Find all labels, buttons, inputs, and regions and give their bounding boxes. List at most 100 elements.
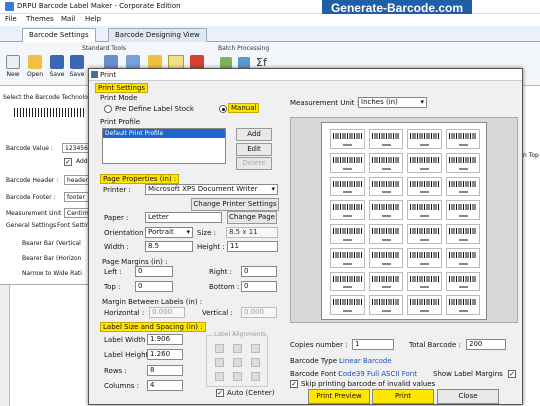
print-preview-button[interactable]: Print Preview [308, 389, 370, 404]
preview-label [368, 152, 403, 173]
profile-edit-button[interactable]: Edit [236, 143, 272, 156]
left-margin-input[interactable]: 0 [135, 266, 173, 277]
label-height-input[interactable]: 1.260 [147, 349, 183, 360]
paper-label: Paper : [104, 214, 129, 222]
lock-icon[interactable] [148, 55, 162, 69]
tab-barcode-designing-view[interactable]: Barcode Designing View [108, 28, 207, 42]
bottom-margin-label: Bottom : [209, 283, 240, 291]
tab-font-settings[interactable]: Font Settin [57, 222, 90, 229]
preview-barcode [371, 180, 400, 187]
print-profile-list[interactable]: Default Print Profile [102, 128, 226, 164]
close-button[interactable]: Close [437, 389, 499, 404]
menu-themes[interactable]: Themes [26, 15, 54, 23]
print-icon[interactable] [168, 55, 184, 69]
preview-label [407, 247, 442, 268]
auto-center-checkbox[interactable]: ✓ [216, 389, 224, 397]
menu-file[interactable]: File [5, 15, 17, 23]
measurement-unit-select[interactable]: Inches (in) [358, 97, 427, 108]
orientation-label: Orientation : [104, 229, 149, 237]
preview-barcode [448, 299, 477, 306]
label-width-input[interactable]: 1.906 [147, 334, 183, 345]
profile-delete-button[interactable]: Delete [236, 157, 272, 170]
preview-barcode [410, 133, 439, 139]
horizontal-spacing-input[interactable]: 0.000 [149, 307, 185, 318]
barcode-header-label: Barcode Header : [6, 177, 59, 184]
toolbar-icon-2[interactable] [126, 55, 140, 69]
save-button[interactable]: Save [46, 55, 68, 78]
align-top-center-icon[interactable] [233, 344, 242, 353]
align-middle-right-icon[interactable] [251, 358, 260, 367]
preview-footer [458, 310, 468, 312]
show-label-margins-checkbox[interactable]: ✓ [508, 370, 516, 378]
barcode-header-input[interactable]: header [64, 175, 90, 185]
change-printer-settings-button[interactable]: Change Printer Settings [191, 198, 279, 211]
preview-footer [343, 167, 353, 170]
height-input[interactable]: 11 [227, 241, 278, 252]
align-top-left-icon[interactable] [215, 344, 224, 353]
menu-mail[interactable]: Mail [61, 15, 75, 23]
preview-label [407, 152, 442, 173]
print-button[interactable]: Print [372, 389, 434, 404]
preview-footer [343, 262, 353, 265]
add-checkbox[interactable]: ✓ [64, 158, 72, 166]
preview-label [368, 129, 403, 149]
align-middle-left-icon[interactable] [215, 358, 224, 367]
predefine-stock-radio[interactable] [104, 105, 112, 113]
total-barcode-label: Total Barcode : [409, 341, 461, 349]
align-bottom-left-icon[interactable] [215, 372, 224, 381]
bottom-margin-input[interactable]: 0 [241, 281, 277, 292]
barcode-value-input[interactable]: 123456 [62, 143, 90, 153]
preview-footer [458, 143, 468, 146]
manual-radio[interactable] [219, 105, 227, 113]
preview-label [330, 176, 365, 197]
narrow-wide-label: Narrow to Wide Rati [22, 270, 82, 277]
align-top-right-icon[interactable] [251, 344, 260, 353]
preview-label [330, 247, 365, 268]
preview-label [445, 129, 480, 149]
design-canvas[interactable] [0, 284, 88, 406]
menu-help[interactable]: Help [85, 15, 101, 23]
change-page-button[interactable]: Change Page [227, 211, 277, 224]
measurement-unit-select[interactable]: Centim [64, 208, 90, 218]
printer-select[interactable]: Microsoft XPS Document Writer [145, 184, 278, 195]
preview-label [445, 200, 480, 220]
top-margin-input[interactable]: 0 [135, 281, 173, 292]
copies-number-input[interactable]: 1 [352, 339, 394, 350]
align-bottom-right-icon[interactable] [251, 372, 260, 381]
preview-footer [420, 238, 430, 241]
width-input[interactable]: 8.5 [145, 241, 193, 252]
preview-label [445, 224, 480, 244]
margin-between-labels-label: Margin Between Labels (in) : [102, 298, 203, 306]
preview-footer [420, 215, 430, 217]
align-center-icon[interactable] [233, 358, 242, 367]
tab-barcode-settings[interactable]: Barcode Settings [22, 28, 96, 42]
preview-barcode [410, 299, 439, 306]
save-as-button[interactable]: Save [66, 55, 88, 78]
exit-icon[interactable] [190, 55, 204, 69]
new-button[interactable]: New [2, 55, 24, 78]
open-button[interactable]: Open [24, 55, 46, 78]
profile-add-button[interactable]: Add [236, 128, 272, 141]
preview-label [368, 224, 403, 244]
tab-general-settings[interactable]: General Settings [6, 222, 56, 229]
orientation-select[interactable]: Portrait [145, 227, 193, 238]
right-margin-input[interactable]: 0 [241, 266, 277, 277]
bearer-horizontal-label: Bearer Bar (Horizon [22, 255, 82, 262]
toolbar-icon-1[interactable] [104, 55, 118, 69]
skip-invalid-checkbox[interactable]: ✓ [290, 380, 298, 388]
rows-input[interactable]: 8 [147, 365, 183, 376]
preview-footer [420, 262, 430, 265]
columns-input[interactable]: 4 [147, 380, 183, 391]
save-icon [50, 55, 64, 69]
barcode-technology-preview[interactable] [14, 108, 84, 117]
barcode-footer-input[interactable]: footer [64, 192, 90, 202]
vertical-spacing-input[interactable]: 0.000 [241, 307, 277, 318]
align-bottom-center-icon[interactable] [233, 372, 242, 381]
list-item[interactable]: Default Print Profile [103, 129, 225, 138]
paper-input[interactable]: Letter [145, 212, 222, 223]
preview-label [445, 247, 480, 268]
barcode-footer-label: Barcode Footer : [6, 194, 56, 201]
total-barcode-input[interactable]: 200 [466, 339, 506, 350]
preview-footer [420, 310, 430, 312]
preview-label [368, 271, 403, 292]
